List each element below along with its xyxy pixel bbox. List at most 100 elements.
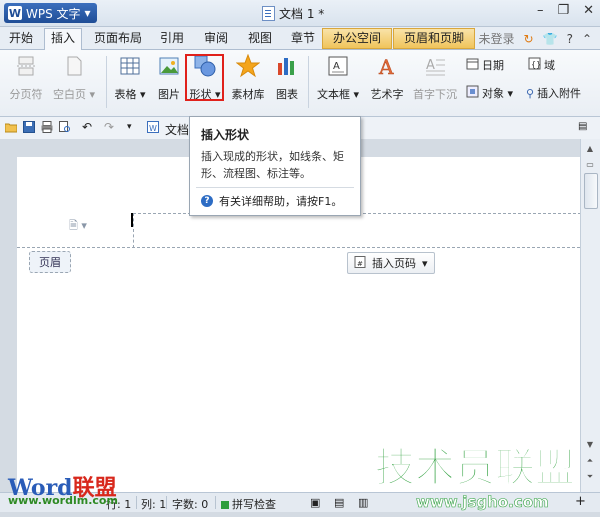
blank-page-icon bbox=[62, 54, 86, 78]
scroll-up-icon[interactable]: ▲ bbox=[584, 143, 596, 155]
status-separator bbox=[136, 496, 137, 509]
insert-page-number-button[interactable]: # 插入页码 ▾ bbox=[347, 252, 435, 274]
tab-header-footer[interactable]: 页眉和页脚 bbox=[393, 28, 475, 49]
scroll-thumb[interactable] bbox=[584, 173, 598, 209]
chevron-down-icon: ▾ bbox=[422, 256, 428, 270]
spellcheck-toggle[interactable]: 拼写检查 bbox=[221, 496, 276, 512]
scroll-down-icon[interactable]: ▼ bbox=[584, 439, 596, 451]
tab-references[interactable]: 引用 bbox=[154, 29, 190, 48]
paragraph-layout-icon[interactable]: 🗎 ▾ bbox=[69, 217, 87, 236]
header-region[interactable] bbox=[133, 213, 581, 248]
date-button[interactable]: 日期 bbox=[466, 57, 504, 73]
app-name: WPS 文字 bbox=[26, 6, 81, 21]
print-preview-icon[interactable] bbox=[59, 121, 71, 133]
page-break-button[interactable]: 分页符 bbox=[6, 54, 46, 102]
save-icon[interactable] bbox=[23, 121, 35, 133]
star-icon bbox=[236, 54, 260, 78]
window-controls: – ❐ ✕ bbox=[537, 3, 594, 18]
blank-page-label: 空白页 ▾ bbox=[52, 88, 96, 101]
outline-view-icon[interactable]: ▤ bbox=[334, 496, 344, 509]
chart-icon bbox=[275, 54, 299, 78]
table-icon bbox=[118, 54, 142, 78]
dropcap-button[interactable]: A 首字下沉 bbox=[410, 54, 460, 102]
close-icon[interactable]: ✕ bbox=[583, 3, 594, 18]
shirt-icon[interactable]: 👕 bbox=[543, 32, 558, 46]
field-button[interactable]: {} 域 bbox=[528, 57, 555, 73]
object-button[interactable]: 对象 ▾ bbox=[466, 85, 513, 101]
column-indicator: 列: 1 bbox=[141, 498, 167, 511]
tab-office-space[interactable]: 办公空间 bbox=[322, 28, 392, 49]
picture-label: 图片 bbox=[158, 88, 180, 101]
shape-tooltip: 插入形状 插入现成的形状，如线条、矩形、流程图、标注等。 ? 有关详细帮助，请按… bbox=[189, 116, 361, 216]
ribbon-separator bbox=[106, 56, 107, 108]
redo-icon[interactable]: ↷ bbox=[104, 121, 116, 133]
tooltip-description: 插入现成的形状，如线条、矩形、流程图、标注等。 bbox=[201, 150, 344, 180]
tooltip-help: ? 有关详细帮助，请按F1。 bbox=[201, 193, 342, 209]
textbox-icon: A bbox=[326, 54, 350, 78]
minimize-icon[interactable]: – bbox=[537, 3, 544, 18]
shape-button-highlight bbox=[185, 54, 224, 101]
refresh-icon[interactable]: ↻ bbox=[524, 32, 534, 46]
page-break-label: 分页符 bbox=[9, 88, 43, 101]
svg-text:#: # bbox=[357, 260, 363, 268]
wordart-button[interactable]: A 艺术字 bbox=[366, 54, 408, 102]
toolbar-options-icon[interactable]: ▤ bbox=[578, 121, 590, 133]
tab-home[interactable]: 开始 bbox=[4, 29, 38, 48]
ribbon-separator bbox=[308, 56, 309, 108]
table-button[interactable]: 表格 ▾ bbox=[112, 54, 148, 102]
object-label: 对象 ▾ bbox=[482, 87, 514, 100]
calendar-icon bbox=[466, 57, 479, 73]
tab-view[interactable]: 视图 bbox=[242, 29, 278, 48]
chevron-down-icon[interactable]: ▾ bbox=[127, 121, 139, 133]
help-icon[interactable]: ? bbox=[567, 32, 573, 46]
page-view-icon[interactable]: ▣ bbox=[310, 496, 320, 509]
vertical-scrollbar[interactable]: ▲ ▭ ▼ ⏶ ⏷ bbox=[580, 139, 600, 492]
blank-page-button[interactable]: 空白页 ▾ bbox=[50, 54, 98, 102]
dropcap-icon: A bbox=[423, 54, 447, 78]
app-menu-button[interactable]: W WPS 文字 ▾ bbox=[4, 3, 97, 23]
help-icon: ? bbox=[201, 195, 213, 207]
svg-text:W: W bbox=[149, 124, 157, 133]
header-boundary-line bbox=[17, 247, 580, 248]
dropcap-label: 首字下沉 bbox=[413, 88, 457, 101]
previous-page-icon[interactable]: ⏶ bbox=[584, 455, 596, 467]
picture-icon bbox=[157, 54, 181, 78]
tab-review[interactable]: 审阅 bbox=[198, 29, 234, 48]
wordlm-url-watermark: www.wordlm.com bbox=[8, 494, 118, 507]
jsgho-watermark: 技术员联盟 www.jsgho.com bbox=[374, 444, 575, 511]
document-tab-icon: W bbox=[147, 121, 159, 133]
brand-text: 技术员联盟 bbox=[375, 445, 575, 491]
table-label: 表格 ▾ bbox=[114, 88, 146, 101]
chart-label: 图表 bbox=[276, 88, 298, 101]
svg-text:{}: {} bbox=[531, 60, 541, 69]
open-folder-icon[interactable] bbox=[4, 121, 18, 133]
insert-attachment-button[interactable]: ⚲ 插入附件 bbox=[526, 85, 581, 101]
field-label: 域 bbox=[544, 59, 555, 72]
tab-section[interactable]: 章节 bbox=[285, 29, 321, 48]
tooltip-help-text: 有关详细帮助，请按F1。 bbox=[219, 195, 343, 208]
insert-page-number-label: 插入页码 bbox=[372, 257, 416, 270]
ruler-toggle-icon[interactable]: ▭ bbox=[584, 159, 596, 171]
chart-button[interactable]: 图表 bbox=[271, 54, 303, 102]
tab-page-layout[interactable]: 页面布局 bbox=[88, 29, 148, 48]
login-status[interactable]: 未登录 bbox=[479, 30, 515, 47]
restore-icon[interactable]: ❐ bbox=[557, 3, 569, 18]
ribbon-panel: 分页符 空白页 ▾ 表格 ▾ 图片 形状 ▾ 素材库 图表 A 文本框 ▾ A … bbox=[0, 50, 600, 117]
chevron-up-icon[interactable]: ⌃ bbox=[582, 32, 592, 46]
reading-view-icon[interactable]: ▥ bbox=[358, 496, 368, 509]
ribbon-tabs: 开始 插入 页面布局 引用 审阅 视图 章节 办公空间 页眉和页脚 未登录 ↻ … bbox=[0, 27, 600, 50]
material-library-button[interactable]: 素材库 bbox=[228, 54, 268, 102]
document-tab-label[interactable]: 文档 bbox=[165, 121, 189, 138]
print-icon[interactable] bbox=[41, 121, 53, 133]
next-page-icon[interactable]: ⏷ bbox=[584, 471, 596, 483]
wordart-label: 艺术字 bbox=[370, 88, 404, 101]
tooltip-title: 插入形状 bbox=[201, 128, 250, 142]
svg-text:A: A bbox=[378, 55, 394, 78]
page-number-icon: # bbox=[354, 255, 366, 271]
undo-icon[interactable]: ↶ bbox=[82, 121, 94, 133]
document-title: 文档 1 * bbox=[262, 5, 324, 22]
field-icon: {} bbox=[528, 57, 541, 73]
picture-button[interactable]: 图片 bbox=[153, 54, 185, 102]
textbox-button[interactable]: A 文本框 ▾ bbox=[314, 54, 362, 102]
tab-insert[interactable]: 插入 bbox=[44, 28, 82, 50]
